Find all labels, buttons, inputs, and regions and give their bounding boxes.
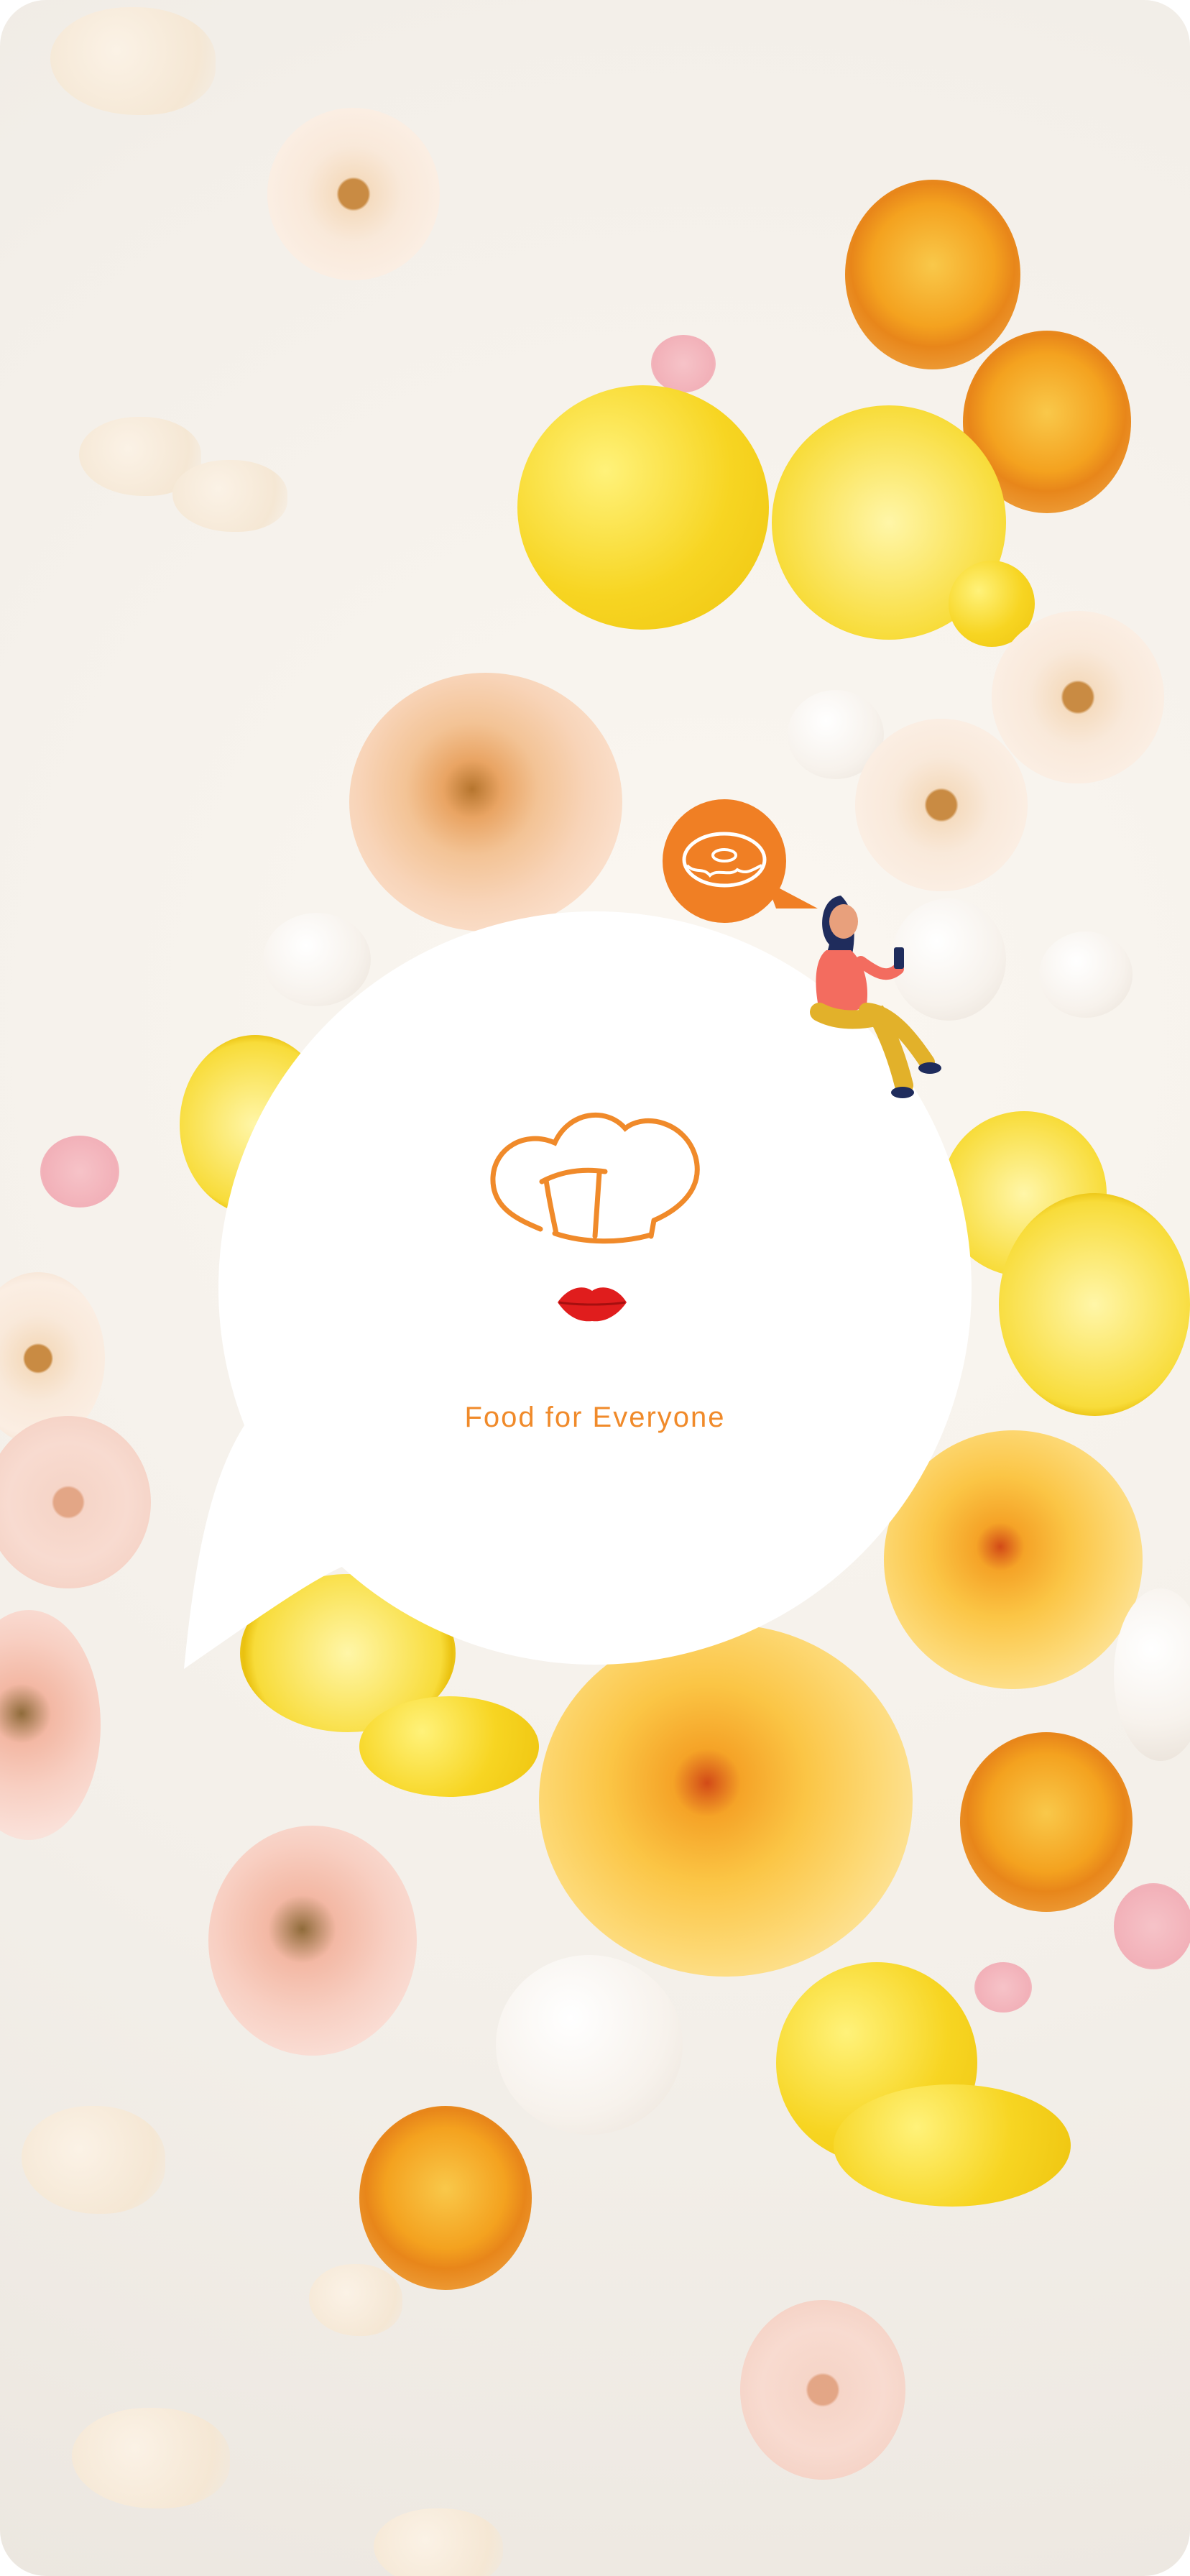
woman-with-phone-illustration [810, 896, 941, 1098]
chef-hat-lips-logo-icon [490, 1112, 700, 1322]
app-tagline: Food for Everyone [464, 1402, 726, 1433]
splash-screen: Food for Everyone [0, 0, 1190, 2576]
